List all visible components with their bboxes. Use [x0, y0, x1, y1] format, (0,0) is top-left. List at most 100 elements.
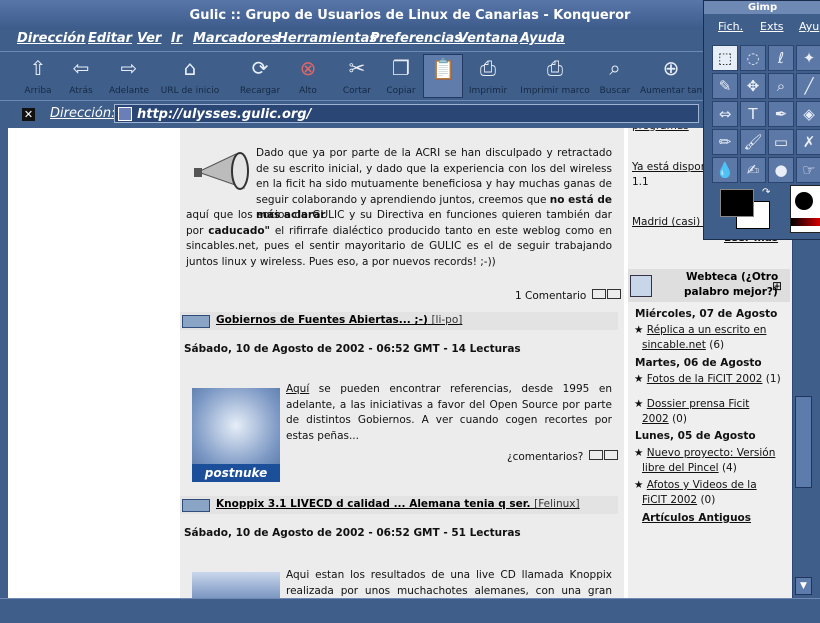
article3-body: Aqui estan los resultados de una live CD… — [286, 569, 612, 597]
clipboard-icon: 📋 — [431, 57, 456, 81]
sidebar-item-5: ★ Afotos y Videos de la — [634, 479, 757, 491]
print-button[interactable]: ⎙ Imprimir — [467, 54, 509, 98]
home-icon: ⌂ — [183, 56, 197, 80]
sidebar-date-2: Martes, 06 de Agosto — [635, 357, 762, 369]
printer-icon: ⎙ — [480, 56, 496, 80]
sidebar-item-3b: 2002 (0) — [642, 413, 687, 425]
back-button[interactable]: ⇦ Atrás — [63, 54, 99, 98]
sidebar-item-4: ★ Nuevo proyecto: Versión — [634, 447, 776, 459]
swap-colors-icon[interactable]: ↷ — [762, 187, 770, 198]
rect-select-tool-icon[interactable]: ⬚ — [712, 45, 738, 71]
sidebar-date-3: Lunes, 05 de Agosto — [635, 430, 756, 442]
article3-header: Knoppix 3.1 LIVECD d calidad ... Alemana… — [180, 496, 618, 514]
forward-arrow-icon: ⇨ — [120, 56, 138, 80]
sidebar-link-programas[interactable]: programas — [632, 128, 689, 132]
cut-button[interactable]: ✂ Cortar — [338, 54, 376, 98]
color-swatches[interactable]: ↷ — [716, 187, 774, 231]
bucket-fill-tool-icon[interactable]: ◈ — [796, 101, 820, 127]
menu-ver[interactable]: Ver — [137, 31, 161, 46]
menu-direccion[interactable]: Dirección — [17, 31, 86, 46]
dodge-tool-icon[interactable]: ● — [768, 157, 794, 183]
sidebar-version: 1.1 — [632, 176, 649, 188]
text-tool-icon[interactable]: T — [740, 101, 766, 127]
paste-button[interactable]: 📋 — [423, 54, 463, 98]
color-picker-tool-icon[interactable]: ✒ — [768, 101, 794, 127]
article2-expand-button[interactable] — [182, 315, 210, 328]
reload-icon: ⟳ — [251, 56, 269, 80]
article2-comments-link[interactable]: ¿comentarios? — [507, 450, 618, 463]
menu-ir[interactable]: Ir — [171, 31, 182, 46]
print-frame-button[interactable]: ⎙ Imprimir marco — [520, 54, 590, 98]
scissors-icon: ✂ — [348, 56, 366, 80]
copy-icon: ❐ — [392, 56, 410, 80]
print-small-icon — [606, 289, 621, 299]
menu-marcadores[interactable]: Marcadores — [193, 31, 279, 46]
menu-ayuda[interactable]: Ayuda — [520, 31, 565, 46]
menu-ventana[interactable]: Ventana — [458, 31, 518, 46]
gimp-menu-exts[interactable]: Exts — [760, 20, 784, 33]
sidebar-item-1b: sincable.net (6) — [642, 339, 725, 351]
bezier-tool-icon[interactable]: ✎ — [712, 73, 738, 99]
magic-wand-tool-icon[interactable]: ✦ — [796, 45, 820, 71]
url-field[interactable]: http://ulysses.gulic.org/ — [114, 104, 699, 123]
flip-tool-icon[interactable]: ⇔ — [712, 101, 738, 127]
reload-button[interactable]: ⟳ Recargar — [236, 54, 284, 98]
scrollbar-thumb[interactable] — [795, 396, 812, 488]
postnuke-logo: postnuke — [192, 388, 280, 482]
blur-tool-icon[interactable]: 💧 — [712, 157, 738, 183]
pencil-tool-icon[interactable]: ✏ — [712, 129, 738, 155]
status-bar — [0, 598, 820, 623]
move-tool-icon[interactable]: ✥ — [740, 73, 766, 99]
menu-preferencias[interactable]: Preferencias — [370, 31, 462, 46]
crop-tool-icon[interactable]: ╱ — [796, 73, 820, 99]
print-small-icon — [603, 450, 618, 460]
back-arrow-icon: ⇦ — [72, 56, 90, 80]
brush-preview[interactable] — [790, 185, 820, 233]
clear-location-button[interactable]: ✕ — [22, 108, 35, 121]
scroll-down-button[interactable]: ▼ — [795, 577, 812, 595]
page-viewport[interactable]: Dado que ya por parte de la ACRI se han … — [8, 128, 792, 598]
grid-icon[interactable]: ⊞ — [772, 279, 782, 293]
window-titlebar[interactable]: Gulic :: Grupo de Usuarios de Linux de C… — [0, 0, 820, 29]
stop-icon: ⊗ — [299, 56, 317, 80]
article3-expand-button[interactable] — [182, 499, 210, 512]
article3-title[interactable]: Knoppix 3.1 LIVECD d calidad ... Alemana… — [216, 498, 580, 510]
sidebar-date-1: Miércoles, 07 de Agosto — [635, 308, 778, 320]
menu-editar[interactable]: Editar — [88, 31, 132, 46]
article1-comments-link[interactable]: 1 Comentario — [515, 289, 621, 302]
airbrush-tool-icon[interactable]: ✗ — [796, 129, 820, 155]
sidebar-older-articles[interactable]: Artículos Antiguos — [642, 512, 751, 524]
zoom-in-button[interactable]: ⊕ Aumentar tam — [640, 54, 702, 98]
home-button[interactable]: ⌂ URL de inicio — [158, 54, 222, 98]
article2-title[interactable]: Gobiernos de Fuentes Abiertas... ;-) [li… — [216, 314, 462, 326]
gimp-menu-file[interactable]: Fich. — [718, 20, 743, 33]
foreground-color-swatch[interactable] — [720, 189, 754, 217]
sidebar-link-disponible[interactable]: Ya está dispon — [632, 161, 707, 173]
ink-tool-icon[interactable]: ✍ — [740, 157, 766, 183]
magnifier-icon: ⌕ — [609, 56, 621, 80]
lasso-tool-icon[interactable]: ℓ — [768, 45, 794, 71]
stop-button[interactable]: ⊗ Alto — [293, 54, 323, 98]
window-title: Gulic :: Grupo de Usuarios de Linux de C… — [189, 8, 631, 23]
sidebar-link-madrid[interactable]: Madrid (casi) s — [632, 216, 709, 228]
folder-icon — [630, 275, 652, 297]
smudge-tool-icon[interactable]: ☞ — [796, 157, 820, 183]
print-frame-icon: ⎙ — [547, 56, 563, 80]
article2-link[interactable]: Aquí — [286, 383, 309, 395]
article2-date: Sábado, 10 de Agosto de 2002 - 06:52 GMT… — [184, 343, 521, 355]
paintbrush-tool-icon[interactable]: 🖌 — [740, 129, 766, 155]
zoom-tool-icon[interactable]: ⌕ — [768, 73, 794, 99]
ellipse-select-tool-icon[interactable]: ◌ — [740, 45, 766, 71]
up-button[interactable]: ⇧ Arriba — [20, 54, 56, 98]
menubar: Dirección Editar Ver Ir Marcadores Herra… — [0, 29, 820, 51]
gimp-toolbox-window[interactable]: Gimp Fich. Exts Ayu ⬚ ◌ ℓ ✦ ✎ ✥ ⌕ ╱ ⇔ T … — [703, 0, 820, 240]
menu-herramientas[interactable]: Herramientas — [277, 31, 377, 46]
megaphone-icon — [192, 148, 256, 198]
find-button[interactable]: ⌕ Buscar — [596, 54, 634, 98]
article2-body: Aquí se pueden encontrar referencias, de… — [286, 383, 612, 442]
eraser-tool-icon[interactable]: ▭ — [768, 129, 794, 155]
forward-button[interactable]: ⇨ Adelante — [106, 54, 152, 98]
comment-envelope-icon — [591, 289, 606, 299]
gimp-menu-help[interactable]: Ayu — [799, 20, 819, 33]
copy-button[interactable]: ❐ Copiar — [382, 54, 420, 98]
